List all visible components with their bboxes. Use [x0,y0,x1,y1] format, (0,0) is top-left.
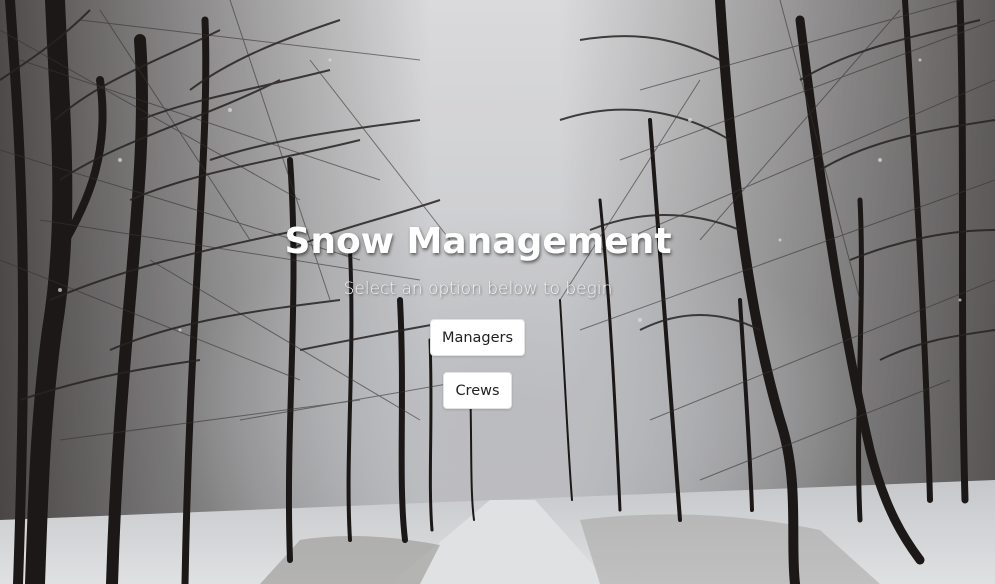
page-subtitle: Select an option below to begin [343,279,613,299]
managers-button[interactable]: Managers [430,319,525,356]
hero-section: Snow Management Select an option below t… [0,0,995,584]
crews-button[interactable]: Crews [443,372,512,409]
page-title: Snow Management [284,221,672,262]
